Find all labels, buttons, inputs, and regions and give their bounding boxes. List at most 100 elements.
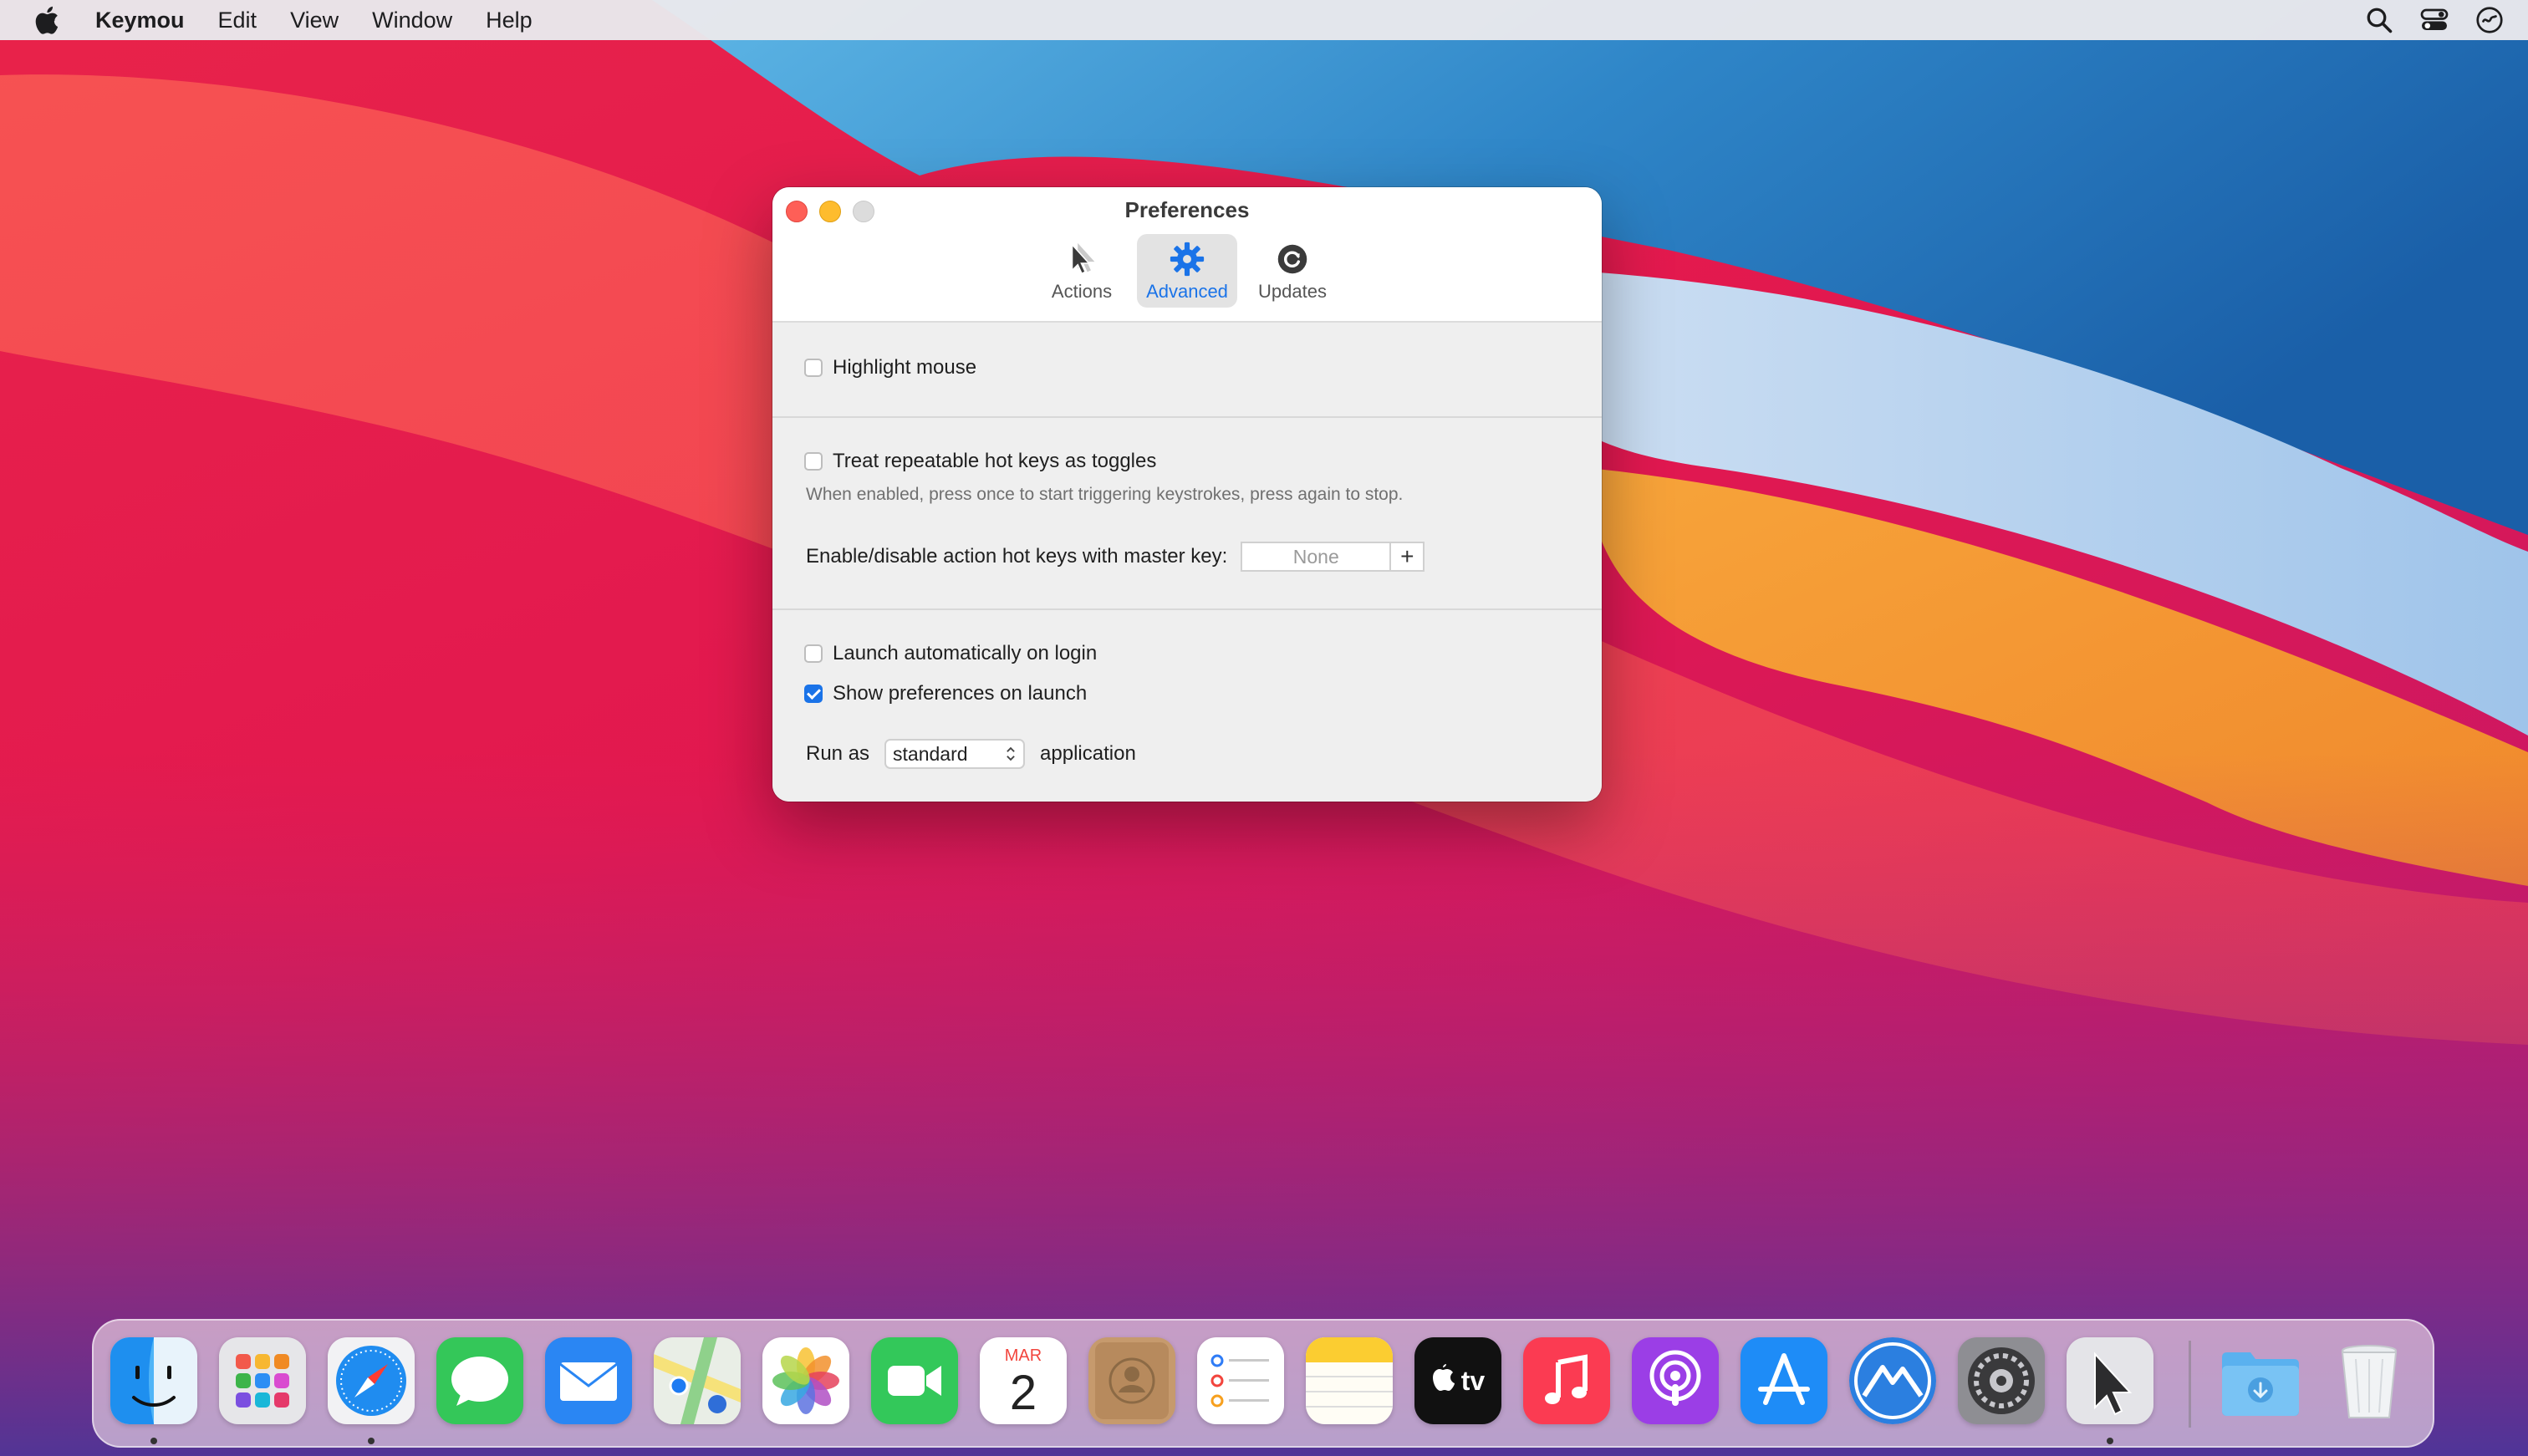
- dock-safari[interactable]: [328, 1337, 415, 1424]
- master-key-field[interactable]: None: [1241, 542, 1390, 572]
- desktop: Keymou Edit View Window Help Preferences…: [0, 0, 2528, 1456]
- menu-bar: Keymou Edit View Window Help: [0, 0, 2528, 40]
- mountain-icon: [1849, 1337, 1936, 1424]
- window-title: Preferences: [1124, 197, 1250, 222]
- finder-icon: [110, 1337, 197, 1424]
- apple-logo-icon[interactable]: [32, 3, 65, 37]
- dock-monterey[interactable]: [1849, 1337, 1936, 1424]
- dock: MAR 2 tv: [92, 1319, 2434, 1448]
- dock-app-store[interactable]: [1741, 1337, 1827, 1424]
- master-key-label: Enable/disable action hot keys with mast…: [806, 545, 1228, 568]
- dock-divider: [2189, 1341, 2191, 1428]
- preferences-window: Preferences Actions Advanced Updates Hig…: [772, 187, 1602, 802]
- run-as-row: Run as standard application: [806, 739, 1136, 769]
- dock-launchpad[interactable]: [219, 1337, 306, 1424]
- run-as-prefix: Run as: [806, 742, 870, 765]
- dock-finder[interactable]: [110, 1337, 197, 1424]
- dock-messages[interactable]: [436, 1337, 523, 1424]
- tv-label: tv: [1461, 1366, 1486, 1396]
- menu-window[interactable]: Window: [372, 8, 452, 33]
- dock-tv[interactable]: tv: [1414, 1337, 1501, 1424]
- contacts-icon: [1088, 1337, 1175, 1424]
- safari-icon: [328, 1337, 415, 1424]
- facetime-icon: [871, 1337, 958, 1424]
- dock-notes[interactable]: [1306, 1337, 1393, 1424]
- launch-login-checkbox[interactable]: [804, 644, 823, 663]
- launch-login-row[interactable]: Launch automatically on login: [804, 642, 1097, 665]
- toggle-hotkeys-label: Treat repeatable hot keys as toggles: [833, 450, 1157, 472]
- dock-photos[interactable]: [762, 1337, 849, 1424]
- music-icon: [1523, 1337, 1610, 1424]
- downloads-folder-icon: [2222, 1352, 2299, 1416]
- tv-icon: tv: [1414, 1337, 1501, 1424]
- dock-keymou[interactable]: [2067, 1337, 2153, 1424]
- highlight-mouse-label: Highlight mouse: [833, 356, 977, 379]
- search-icon[interactable]: [2364, 5, 2394, 35]
- menu-app-name[interactable]: Keymou: [95, 8, 185, 33]
- toggle-hotkeys-hint: When enabled, press once to start trigge…: [806, 485, 1404, 504]
- dock-facetime[interactable]: [871, 1337, 958, 1424]
- dock-reminders[interactable]: [1197, 1337, 1284, 1424]
- maps-icon: [654, 1337, 741, 1424]
- run-as-suffix: application: [1040, 742, 1136, 765]
- dock-system-preferences[interactable]: [1958, 1337, 2045, 1424]
- calendar-icon: MAR 2: [980, 1337, 1067, 1424]
- highlight-mouse-row[interactable]: Highlight mouse: [804, 356, 976, 379]
- highlight-mouse-checkbox[interactable]: [804, 359, 823, 377]
- launchpad-icon: [219, 1337, 306, 1424]
- section-hotkeys: Treat repeatable hot keys as toggles Whe…: [772, 418, 1602, 610]
- siri-icon[interactable]: [2474, 5, 2505, 35]
- app-store-icon: [1741, 1337, 1827, 1424]
- dock-mail[interactable]: [545, 1337, 632, 1424]
- show-prefs-checkbox[interactable]: [804, 685, 823, 703]
- tab-actions-label: Actions: [1051, 281, 1113, 302]
- launch-login-label: Launch automatically on login: [833, 642, 1098, 664]
- master-key-row: Enable/disable action hot keys with mast…: [806, 542, 1425, 572]
- toggle-hotkeys-checkbox[interactable]: [804, 452, 823, 471]
- calendar-month: MAR: [1005, 1347, 1042, 1365]
- keymou-cursor-icon: [2067, 1337, 2153, 1424]
- tab-actions[interactable]: Actions: [1032, 234, 1132, 308]
- mail-icon: [545, 1337, 632, 1424]
- photos-icon: [762, 1337, 849, 1424]
- tab-updates[interactable]: Updates: [1242, 234, 1343, 308]
- tab-updates-label: Updates: [1258, 281, 1327, 302]
- dock-running-indicator: [150, 1438, 157, 1444]
- podcasts-icon: [1632, 1337, 1719, 1424]
- dock-podcasts[interactable]: [1632, 1337, 1719, 1424]
- section-launch: Launch automatically on login Show prefe…: [772, 610, 1602, 802]
- menu-edit[interactable]: Edit: [218, 8, 257, 33]
- dock-running-indicator: [2107, 1438, 2113, 1444]
- dock-music[interactable]: [1523, 1337, 1610, 1424]
- chevron-updown-icon: [1007, 746, 1015, 761]
- tab-advanced[interactable]: Advanced: [1137, 234, 1237, 308]
- dock-running-indicator: [368, 1438, 375, 1444]
- toggle-hotkeys-row[interactable]: Treat repeatable hot keys as toggles: [804, 450, 1156, 473]
- trash-icon: [2341, 1345, 2398, 1418]
- notes-icon: [1306, 1337, 1393, 1424]
- show-prefs-row[interactable]: Show preferences on launch: [804, 682, 1087, 705]
- refresh-icon: [1277, 244, 1307, 274]
- menu-help[interactable]: Help: [486, 8, 533, 33]
- messages-icon: [436, 1337, 523, 1424]
- run-as-value: standard: [893, 742, 968, 765]
- tab-advanced-label: Advanced: [1146, 281, 1228, 302]
- system-preferences-icon: [1958, 1337, 2045, 1424]
- reminders-icon: [1197, 1337, 1284, 1424]
- menu-view[interactable]: View: [290, 8, 339, 33]
- window-titlebar: Preferences Actions Advanced Updates: [772, 187, 1602, 323]
- cursor-icon: [1071, 242, 1095, 275]
- dock-contacts[interactable]: [1088, 1337, 1175, 1424]
- gear-icon: [1170, 242, 1205, 277]
- master-key-add-button[interactable]: +: [1389, 542, 1425, 572]
- dock-trash[interactable]: [2326, 1337, 2413, 1424]
- preferences-toolbar: Actions Advanced Updates: [772, 234, 1602, 308]
- section-highlight-mouse: Highlight mouse: [772, 323, 1602, 418]
- dock-calendar[interactable]: MAR 2: [980, 1337, 1067, 1424]
- dock-downloads[interactable]: [2217, 1337, 2304, 1424]
- dock-maps[interactable]: [654, 1337, 741, 1424]
- run-as-select[interactable]: standard: [884, 739, 1026, 769]
- control-center-icon[interactable]: [2419, 5, 2449, 35]
- show-prefs-label: Show preferences on launch: [833, 682, 1088, 705]
- status-icons: [2364, 0, 2505, 40]
